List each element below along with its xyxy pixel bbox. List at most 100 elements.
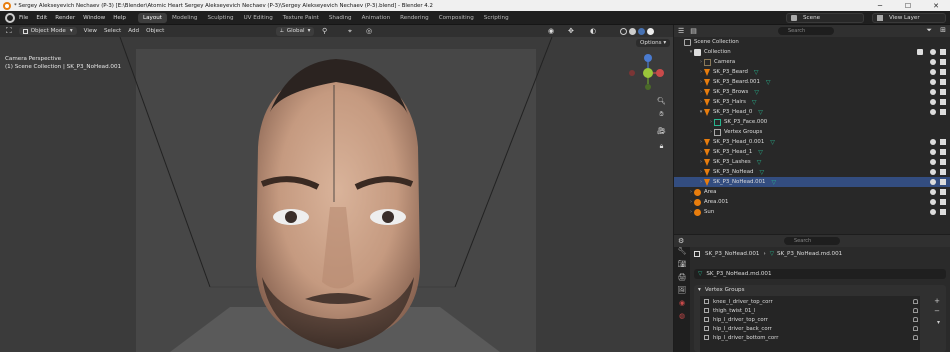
scene-collection-row[interactable]: Scene Collection [674,37,950,47]
menu-select[interactable]: Select [104,28,121,34]
lock-icon[interactable] [913,317,918,322]
camera-restrict-icon[interactable] [940,189,946,195]
tab-rendering[interactable]: Rendering [395,13,434,23]
close-button[interactable]: ✕ [922,2,950,10]
outliner-item[interactable]: › SK_P3_NoHead.001 ▽ [674,177,950,187]
editor-type-icon[interactable]: ⛶ [6,26,12,36]
camera-restrict-icon[interactable] [940,99,946,105]
outliner-item[interactable]: › SK_P3_Head_1 ▽ [674,147,950,157]
zoom-icon[interactable]: 🔍︎ [656,95,667,106]
new-collection-icon[interactable]: ⊞ [940,26,946,34]
blender-menu-icon[interactable] [5,12,15,23]
gizmo-y-axis[interactable] [643,68,653,78]
outliner-item[interactable]: › SK_P3_Brows ▽ [674,87,950,97]
camera-restrict-icon[interactable] [940,49,946,55]
mesh-data-selector[interactable]: ▽ SK_P3_NoHead.md.001 [694,269,946,279]
eye-icon[interactable] [930,49,936,55]
outliner-item[interactable]: › SK_P3_Face.000 [674,117,950,127]
pivot-icon[interactable]: ⚲ [322,27,327,35]
outliner-item[interactable]: › Area.001 [674,197,950,207]
eye-icon[interactable] [930,149,936,155]
tab-uv-editing[interactable]: UV Editing [239,13,278,23]
overlay-toggle-icon[interactable]: ◐ [590,27,596,35]
menu-add[interactable]: Add [128,28,139,34]
camera-restrict-icon[interactable] [940,139,946,145]
menu-edit[interactable]: Edit [36,15,47,21]
properties-editor-icon[interactable]: ⚙ [678,237,684,245]
vertex-group-item[interactable]: hip_l_driver_bottom_corr [674,333,950,342]
vertex-group-item[interactable]: hip_l_driver_back_corr [674,324,950,333]
modifier-icon[interactable]: ▽ [752,99,757,106]
modifier-icon[interactable]: ▽ [770,139,775,146]
gizmo-z-axis[interactable] [644,54,652,62]
modifier-icon[interactable]: ▽ [771,179,776,186]
eye-icon[interactable] [930,169,936,175]
scene-selector[interactable]: Scene [786,13,864,23]
snap-icon[interactable]: ⌖ [348,27,352,36]
modifier-icon[interactable]: ▽ [754,69,759,76]
3d-viewport[interactable]: Camera Perspective (1) Scene Collection … [0,37,673,352]
tab-texture-paint[interactable]: Texture Paint [278,13,324,23]
outliner-item[interactable]: › SK_P3_Lashes ▽ [674,157,950,167]
camera-restrict-icon[interactable] [940,209,946,215]
tab-shading[interactable]: Shading [324,13,357,23]
lock-icon[interactable] [913,299,918,304]
pan-hand-icon[interactable]: ✋︎ [656,109,667,120]
properties-search-input[interactable]: Search [784,237,840,245]
rendered-shading-icon[interactable] [647,27,654,35]
camera-restrict-icon[interactable] [940,79,946,85]
output-tab-icon[interactable]: 🖨︎ [674,273,690,286]
tab-layout[interactable]: Layout [137,12,167,23]
tab-scripting[interactable]: Scripting [479,13,514,23]
render-tab-icon[interactable]: 📷︎ [674,260,690,273]
menu-window[interactable]: Window [83,15,105,21]
outliner-item[interactable]: › Camera [674,57,950,67]
transform-orientation[interactable]: ⟂ Global ▾ [276,26,315,36]
lock-icon[interactable]: 🔒︎ [656,141,667,152]
outliner-item[interactable]: › SK_P3_Head_0.001 ▽ [674,137,950,147]
gizmo-toggle-icon[interactable]: ✥ [568,27,574,35]
outliner-item[interactable]: › Area [674,187,950,197]
camera-view-icon[interactable]: 🎥︎ [656,125,667,136]
minimize-button[interactable]: ─ [866,2,894,10]
mode-selector[interactable]: Object Mode ▾ [18,27,77,35]
camera-restrict-icon[interactable] [940,179,946,185]
camera-restrict-icon[interactable] [940,149,946,155]
tool-tab-icon[interactable]: 🔧︎ [674,247,690,260]
eye-icon[interactable] [930,99,936,105]
eye-icon[interactable] [930,109,936,115]
filter-icon[interactable]: ⏷ [926,26,932,35]
lock-icon[interactable] [913,335,918,340]
modifier-icon[interactable]: ▽ [758,149,763,156]
eye-icon[interactable] [930,139,936,145]
tab-sculpting[interactable]: Sculpting [202,13,238,23]
eye-icon[interactable] [930,189,936,195]
proportional-icon[interactable]: ◎ [366,27,372,35]
menu-file[interactable]: File [19,15,28,21]
outliner-editor-icon[interactable]: ☰ [678,27,684,35]
lock-icon[interactable] [913,308,918,313]
collection-row[interactable]: ▾ Collection [674,47,950,57]
vertex-group-item[interactable]: thigh_twist_01_l [674,306,950,315]
gizmo-x-axis[interactable] [656,69,664,77]
material-shading-icon[interactable] [638,27,645,35]
outliner-item[interactable]: › SK_P3_NoHead ▽ [674,167,950,177]
maximize-button[interactable]: ☐ [894,2,922,10]
eye-icon[interactable] [930,79,936,85]
menu-render[interactable]: Render [55,15,75,21]
eye-icon[interactable] [930,159,936,165]
options-button[interactable]: Options ▾ [636,39,671,47]
eye-icon[interactable] [930,89,936,95]
menu-object[interactable]: Object [146,28,164,34]
eye-icon[interactable] [930,69,936,75]
eye-icon[interactable] [930,179,936,185]
vertex-group-item[interactable]: knee_l_driver_top_corr [674,297,950,306]
outliner-item[interactable]: › SK_P3_Hairs ▽ [674,97,950,107]
visibility-icon[interactable]: ◉ [548,27,554,35]
outliner-item[interactable]: › Sun [674,207,950,217]
tab-animation[interactable]: Animation [357,13,396,23]
outliner-search-input[interactable]: Search [778,27,834,35]
outliner-item[interactable]: ▾ SK_P3_Head_0 ▽ [674,107,950,117]
outliner-item[interactable]: › SK_P3_Beard ▽ [674,67,950,77]
navigation-gizmo[interactable] [626,51,668,93]
